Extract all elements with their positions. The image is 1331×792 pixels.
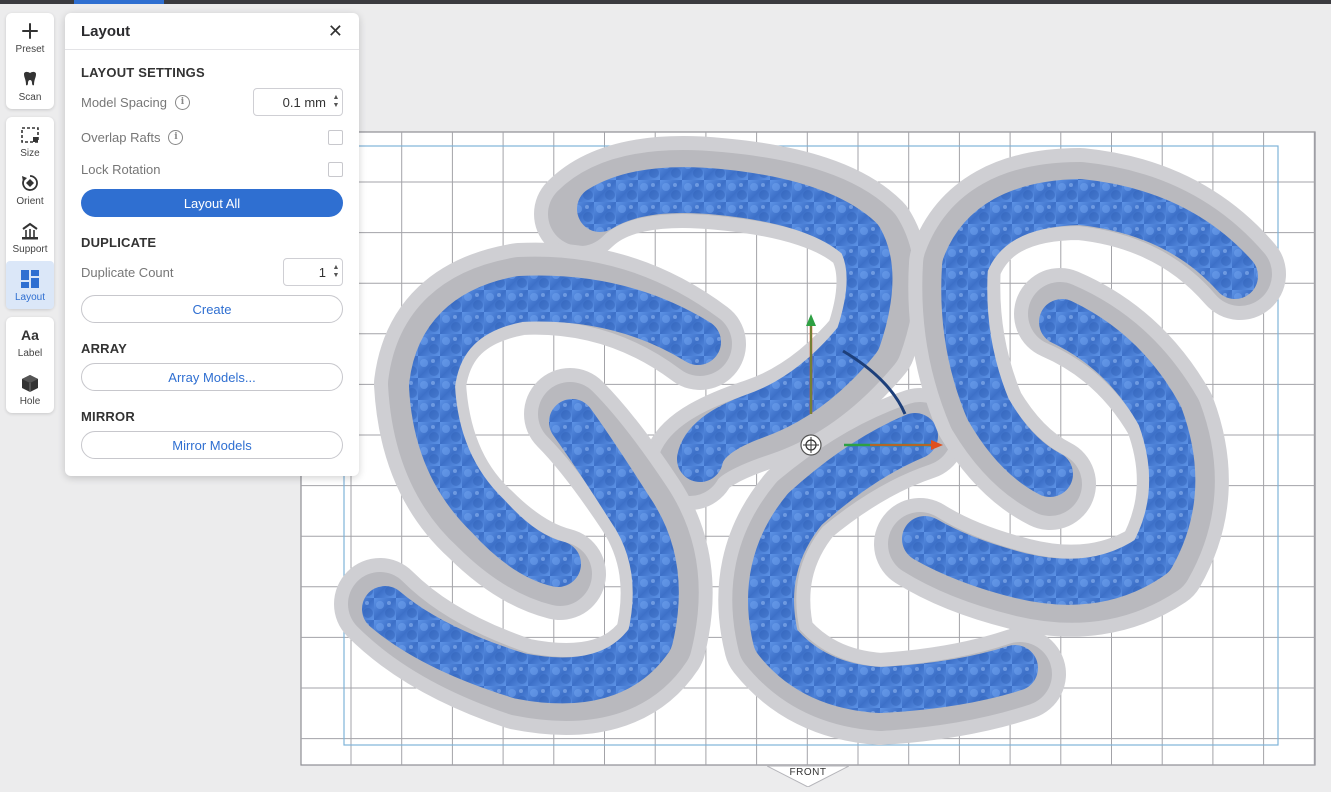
text-aa-icon: Aa xyxy=(21,326,39,343)
info-icon[interactable]: i xyxy=(168,129,184,145)
create-button[interactable]: Create xyxy=(81,295,343,323)
resize-box-icon xyxy=(19,124,41,146)
scan-label: Scan xyxy=(18,91,42,103)
support-icon xyxy=(19,220,41,242)
array-heading: ARRAY xyxy=(81,341,128,356)
layout-button[interactable]: Layout xyxy=(6,261,54,309)
array-models-button[interactable]: Array Models... xyxy=(81,363,343,391)
panel-header: Layout ✕ xyxy=(65,13,359,50)
model-spacing-row: Model Spacing i 0.1 mm ▲ ▼ xyxy=(81,88,343,116)
duplicate-count-value: 1 xyxy=(318,264,326,280)
plus-icon xyxy=(19,20,41,42)
toolbar-group-setup: Preset Scan xyxy=(6,13,54,109)
cube-icon xyxy=(19,372,41,394)
layout-settings-heading: LAYOUT SETTINGS xyxy=(81,65,205,80)
preset-button[interactable]: Preset xyxy=(6,13,54,61)
layout-grid-icon xyxy=(19,268,41,290)
mirror-models-button[interactable]: Mirror Models xyxy=(81,431,343,459)
model-spacing-value: 0.1 mm xyxy=(282,94,326,110)
close-icon[interactable]: ✕ xyxy=(328,22,343,40)
model-spacing-input[interactable]: 0.1 mm ▲ ▼ xyxy=(253,88,343,116)
support-label: Support xyxy=(12,243,48,255)
orient-icon xyxy=(19,172,41,194)
front-label: FRONT xyxy=(789,767,827,778)
size-button[interactable]: Size xyxy=(6,117,54,165)
support-button[interactable]: Support xyxy=(6,213,54,261)
info-icon[interactable]: i xyxy=(175,94,190,110)
tooth-icon xyxy=(19,68,41,90)
toolbar-group-prepare: Size Orient Support Layout xyxy=(6,117,54,309)
overlap-rafts-checkbox[interactable] xyxy=(328,129,343,145)
layout-panel: Layout ✕ LAYOUT SETTINGS Model Spacing i… xyxy=(65,13,359,476)
front-indicator: FRONT xyxy=(766,765,850,788)
overlap-rafts-label: Overlap Rafts xyxy=(81,129,161,145)
panel-title: Layout xyxy=(81,22,131,40)
orient-label: Orient xyxy=(16,195,44,207)
model-spacing-label: Model Spacing xyxy=(81,94,167,110)
hole-button[interactable]: Hole xyxy=(6,365,54,413)
label-tool-label: Label xyxy=(17,347,43,359)
preset-label: Preset xyxy=(15,43,45,55)
lock-rotation-row: Lock Rotation xyxy=(81,158,343,180)
layout-label: Layout xyxy=(14,291,46,303)
overlap-rafts-row: Overlap Rafts i xyxy=(81,126,343,148)
size-label: Size xyxy=(20,147,40,159)
orient-button[interactable]: Orient xyxy=(6,165,54,213)
duplicate-count-label: Duplicate Count xyxy=(81,264,174,280)
scan-button[interactable]: Scan xyxy=(6,61,54,109)
duplicate-count-input[interactable]: 1 ▲ ▼ xyxy=(283,258,343,286)
lock-rotation-label: Lock Rotation xyxy=(81,161,161,177)
stepper-arrows-icon[interactable]: ▲ ▼ xyxy=(330,94,342,110)
layout-all-button[interactable]: Layout All xyxy=(81,189,343,217)
mirror-heading: MIRROR xyxy=(81,409,135,424)
lock-rotation-checkbox[interactable] xyxy=(328,161,343,177)
hole-label: Hole xyxy=(19,395,41,407)
toolbar-group-modify: Aa Label Hole xyxy=(6,317,54,413)
stepper-arrows-icon[interactable]: ▲ ▼ xyxy=(330,264,342,280)
duplicate-count-row: Duplicate Count 1 ▲ ▼ xyxy=(81,258,343,286)
duplicate-heading: DUPLICATE xyxy=(81,235,157,250)
label-button[interactable]: Aa Label xyxy=(6,317,54,365)
